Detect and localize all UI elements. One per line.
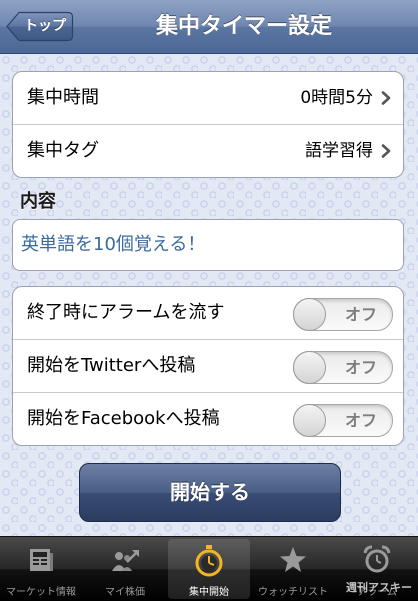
post-twitter-row: 開始をTwitterへ投稿 オフ [13,340,403,393]
tab-label: マイ株価 [105,587,145,598]
stopwatch-icon [195,545,223,577]
tab-label: 集中開始 [189,587,229,598]
focus-time-value: 0時間5分 [300,88,373,108]
tab-watchlist[interactable]: ウォッチリスト [252,539,334,599]
alarm-clock-icon [363,545,391,573]
chevron-right-icon [381,144,391,158]
focus-tag-row[interactable]: 集中タグ 語学習得 [13,125,403,177]
alarm-on-finish-label: 終了時にアラームを流す [27,302,225,323]
tab-my-stocks[interactable]: マイ株価 [84,539,166,599]
settings-group: 集中時間 0時間5分 集中タグ 語学習得 [12,71,404,178]
content-input[interactable]: 英単語を10個覚える！ [12,219,404,271]
star-icon [280,547,306,572]
tab-label: ウォッチリスト [258,587,328,598]
toggle-knob [293,404,326,437]
alarm-on-finish-toggle[interactable]: オフ [293,298,393,331]
watermark: 週刊アスキー [346,581,412,594]
focus-time-row[interactable]: 集中時間 0時間5分 [13,72,403,125]
toggle-state-label: オフ [344,305,377,324]
page-title: 集中タイマー設定 [155,14,332,39]
focus-tag-value: 語学習得 [305,141,373,161]
post-twitter-toggle[interactable]: オフ [293,351,393,384]
post-facebook-row: 開始をFacebookへ投稿 オフ [13,393,403,445]
tab-focus-start[interactable]: 集中開始 [168,539,250,599]
back-button[interactable]: トップ [6,11,74,42]
chevron-right-icon [381,91,391,105]
post-facebook-label: 開始をFacebookへ投稿 [27,408,220,429]
toggle-group: 終了時にアラームを流す オフ 開始をTwitterへ投稿 オフ 開始をFaceb… [12,286,404,446]
post-facebook-toggle[interactable]: オフ [293,404,393,437]
tab-market-info[interactable]: マーケット情報 [0,539,82,599]
content-section-header: 内容 [20,191,56,212]
tab-label: マーケット情報 [6,587,76,598]
toggle-knob [293,298,326,331]
back-button-label: トップ [24,18,66,34]
alarm-on-finish-row: 終了時にアラームを流す オフ [13,287,403,340]
toggle-knob [293,351,326,384]
start-button[interactable]: 開始する [79,463,341,522]
focus-tag-label: 集中タグ [27,140,99,161]
post-twitter-label: 開始をTwitterへ投稿 [27,355,196,376]
navigation-bar: トップ 集中タイマー設定 [0,0,418,54]
toggle-state-label: オフ [344,358,377,377]
newspaper-icon [30,549,53,571]
focus-time-label: 集中時間 [27,87,99,108]
tab-bar: マーケット情報 マイ株価 集中開始 ウォッチリスト アラーム 週刊アスキー [0,536,418,601]
toggle-state-label: オフ [344,411,377,430]
people-trend-icon [112,550,139,571]
